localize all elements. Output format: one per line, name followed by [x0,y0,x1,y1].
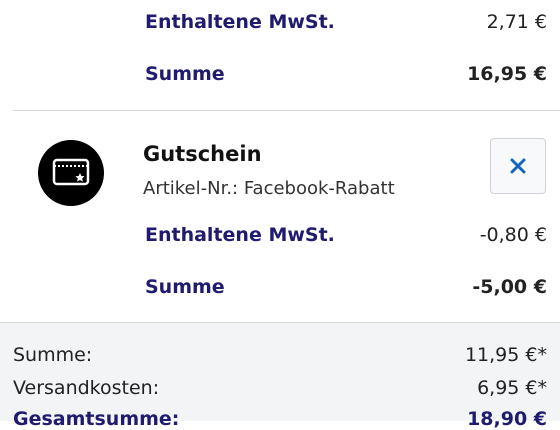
shipping-value: 6,95 €* [477,377,547,399]
coupon-sum-value: -5,00 € [472,276,547,298]
remove-coupon-button[interactable] [490,138,546,194]
divider [13,110,560,111]
coupon-title: Gutschein [143,142,262,166]
coupon-sum-label: Summe [145,276,225,298]
item-tax-value: 2,71 € [486,11,547,33]
coupon-card-icon [38,140,104,206]
item-sum-value: 16,95 € [467,63,547,85]
grand-total-label: Gesamtsumme: [13,408,180,430]
grand-total-value: 18,90 € [467,408,547,430]
coupon-card-icon [52,158,90,186]
coupon-tax-value: -0,80 € [479,224,547,246]
subtotal-label: Summe: [13,344,93,366]
item-tax-label: Enthaltene MwSt. [145,11,335,33]
item-sum-label: Summe [145,63,225,85]
totals-panel: Summe: 11,95 €* Versandkosten: 6,95 €* G… [0,322,560,430]
coupon-tax-label: Enthaltene MwSt. [145,224,335,246]
close-icon [510,158,526,174]
subtotal-value: 11,95 €* [464,344,547,366]
coupon-article-number: Artikel-Nr.: Facebook-Rabatt [143,178,395,199]
shipping-label: Versandkosten: [13,377,160,399]
